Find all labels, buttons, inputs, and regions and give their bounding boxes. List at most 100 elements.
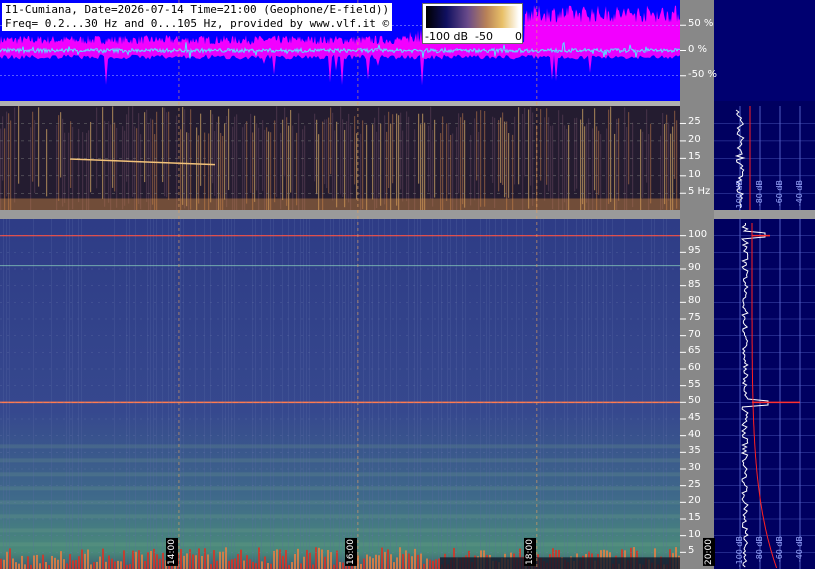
low-streak xyxy=(254,115,256,202)
bottom-noise xyxy=(141,554,143,569)
low-streak xyxy=(668,122,670,201)
low-streak xyxy=(166,112,168,198)
bottom-noise xyxy=(270,563,272,569)
profile-separator xyxy=(714,210,815,219)
bottom-noise xyxy=(87,549,89,569)
low-streak xyxy=(60,112,62,178)
bottom-noise xyxy=(288,564,290,569)
bottom-noise xyxy=(234,558,236,569)
high-streak xyxy=(450,219,451,569)
low-streak xyxy=(122,126,124,210)
high-freq-tick-label: 45 xyxy=(688,412,701,423)
bottom-noise xyxy=(273,550,275,569)
low-streak xyxy=(228,108,230,190)
low-streak xyxy=(346,121,348,200)
high-streak xyxy=(495,219,496,569)
high-freq-tick-label: 70 xyxy=(688,328,701,340)
high-streak xyxy=(51,219,52,569)
high-freq-tick-label: 5 xyxy=(688,545,695,557)
bottom-noise xyxy=(30,564,32,569)
high-streak xyxy=(6,219,7,569)
bottom-noise xyxy=(246,555,248,569)
bottom-noise xyxy=(120,561,122,569)
bottom-noise xyxy=(429,559,431,569)
bottom-noise xyxy=(384,551,386,569)
low-streak xyxy=(530,107,532,186)
high-streak xyxy=(333,219,334,569)
high-streak xyxy=(342,219,343,569)
time-tick-label: 16:00 xyxy=(344,538,357,566)
bottom-noise xyxy=(297,548,299,569)
high-streak xyxy=(351,219,352,569)
header-line-2: Freq= 0.2...30 Hz and 0...105 Hz, provid… xyxy=(2,17,393,31)
low-streak xyxy=(558,110,560,210)
bottom-noise xyxy=(192,554,194,569)
high-streak xyxy=(129,219,130,569)
low-streak xyxy=(610,106,612,202)
bottom-noise xyxy=(204,548,206,569)
low-freq-tick-label: 15 xyxy=(688,151,701,163)
bottom-noise xyxy=(72,560,74,569)
bottom-noise xyxy=(399,547,401,569)
low-streak xyxy=(506,121,508,211)
high-streak xyxy=(135,219,136,569)
high-streak xyxy=(330,219,331,569)
bottom-noise xyxy=(162,552,164,569)
high-streak xyxy=(420,219,421,569)
bottom-noise xyxy=(114,561,116,569)
bottom-noise xyxy=(9,548,11,569)
bottom-noise xyxy=(153,548,155,569)
high-freq-tick-label: 90 xyxy=(688,262,701,273)
low-streak xyxy=(546,108,548,185)
low-streak xyxy=(64,132,66,203)
low-streak xyxy=(392,114,394,184)
bottom-noise xyxy=(45,561,47,569)
high-freq-tick-label: 10 xyxy=(688,528,701,540)
high-streak xyxy=(210,219,211,569)
low-streak xyxy=(674,110,676,179)
bottom-noise xyxy=(12,558,14,569)
bottom-noise xyxy=(138,550,140,569)
bottom-noise xyxy=(156,554,158,569)
low-streak xyxy=(446,123,448,201)
bottom-noise xyxy=(330,552,332,569)
bottom-noise xyxy=(264,556,266,569)
high-streak xyxy=(384,219,385,569)
bottom-noise xyxy=(405,550,407,569)
low-streak xyxy=(402,130,404,202)
bottom-noise xyxy=(51,555,53,569)
high-streak xyxy=(234,219,235,569)
high-streak xyxy=(447,219,448,569)
low-streak xyxy=(406,111,408,202)
high-streak xyxy=(228,219,229,569)
low-streak xyxy=(492,116,494,183)
bottom-noise xyxy=(411,556,413,569)
low-streak xyxy=(104,120,106,207)
high-streak xyxy=(81,219,82,569)
low-streak xyxy=(262,120,264,191)
time-tick-label: 18:00 xyxy=(523,538,536,566)
bottom-noise xyxy=(414,548,416,569)
low-streak xyxy=(400,112,402,190)
low-streak xyxy=(348,113,350,203)
high-streak xyxy=(372,219,373,569)
low-streak xyxy=(418,113,420,184)
profile-db-label: -40 dB xyxy=(795,536,804,563)
low-streak xyxy=(564,125,566,203)
low-streak xyxy=(38,107,40,187)
low-streak xyxy=(164,107,166,197)
high-streak xyxy=(354,219,355,569)
high-streak xyxy=(171,219,172,569)
high-streak xyxy=(432,219,433,569)
high-streak xyxy=(261,219,262,569)
bottom-noise xyxy=(438,558,440,569)
low-streak xyxy=(168,111,170,200)
high-streak xyxy=(408,219,409,569)
profile-db-label: -100 dB xyxy=(735,180,744,212)
high-streak xyxy=(168,219,169,569)
low-streak xyxy=(650,123,652,204)
low-streak xyxy=(72,126,74,210)
bottom-noise xyxy=(219,551,221,569)
low-streak xyxy=(334,130,336,200)
high-freq-tick-label: 100 xyxy=(688,228,708,240)
